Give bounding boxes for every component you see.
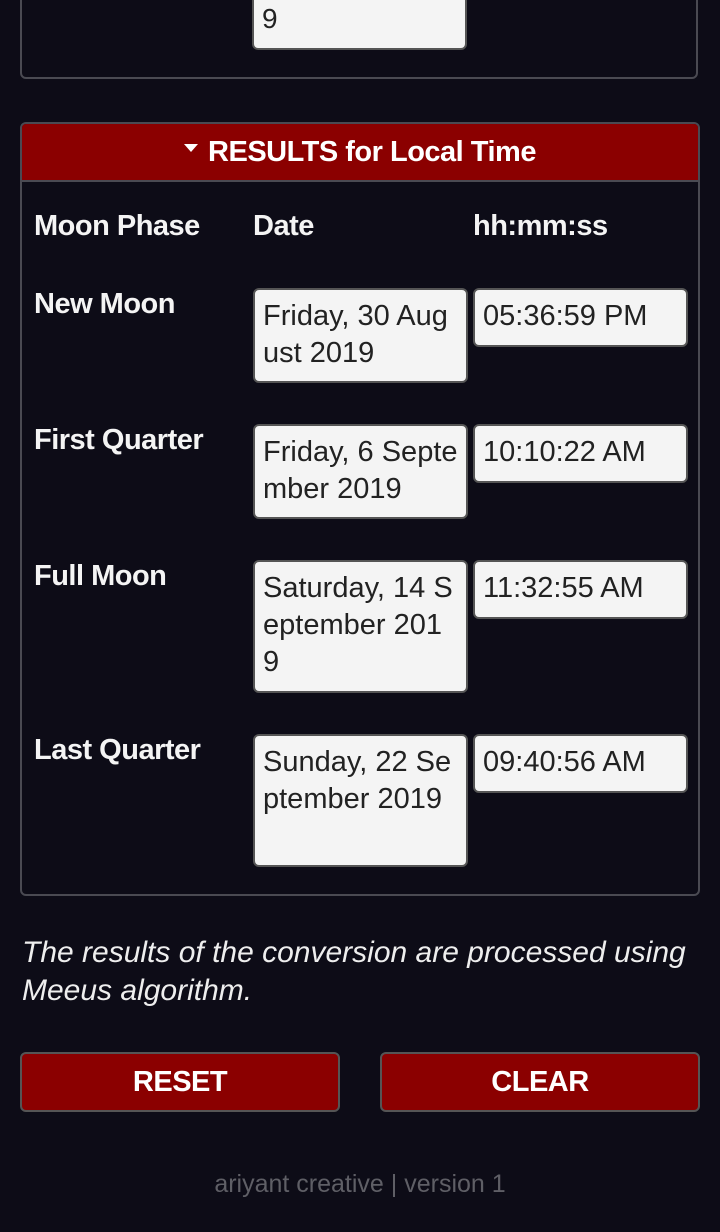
column-header-date: Date <box>253 210 314 242</box>
moon-phase-page: 9 RESULTS for Local Time Moon Phase Date… <box>0 0 720 1232</box>
footer-credit: ariyant creative | version 1 <box>214 1170 506 1198</box>
results-title: RESULTS for Local Time <box>208 135 536 168</box>
date-field-last-quarter[interactable]: Sunday, 22 September 2019 <box>253 734 468 867</box>
algorithm-note: The results of the conversion are proces… <box>22 936 686 1007</box>
caret-down-icon <box>184 144 199 152</box>
date-field-first-quarter[interactable]: Friday, 6 September 2019 <box>253 424 468 519</box>
date-field-full-moon[interactable]: Saturday, 14 September 2019 <box>253 560 468 693</box>
clear-button[interactable]: CLEAR <box>380 1052 700 1112</box>
input-field-partial[interactable]: 9 <box>252 0 467 50</box>
phase-label-new-moon: New Moon <box>34 288 176 320</box>
column-header-moon-phase: Moon Phase <box>34 210 200 242</box>
reset-button[interactable]: RESET <box>20 1052 340 1112</box>
time-field-last-quarter[interactable]: 09:40:56 AM <box>473 734 688 793</box>
date-field-new-moon[interactable]: Friday, 30 August 2019 <box>253 288 468 383</box>
phase-label-last-quarter: Last Quarter <box>34 734 201 766</box>
column-header-time: hh:mm:ss <box>473 210 608 242</box>
time-field-full-moon[interactable]: 11:32:55 AM <box>473 560 688 619</box>
results-panel: RESULTS for Local Time Moon Phase Date h… <box>20 122 700 896</box>
phase-label-full-moon: Full Moon <box>34 560 167 592</box>
time-field-first-quarter[interactable]: 10:10:22 AM <box>473 424 688 483</box>
results-header-toggle[interactable]: RESULTS for Local Time <box>22 124 698 182</box>
time-field-new-moon[interactable]: 05:36:59 PM <box>473 288 688 347</box>
phase-label-first-quarter: First Quarter <box>34 424 204 456</box>
